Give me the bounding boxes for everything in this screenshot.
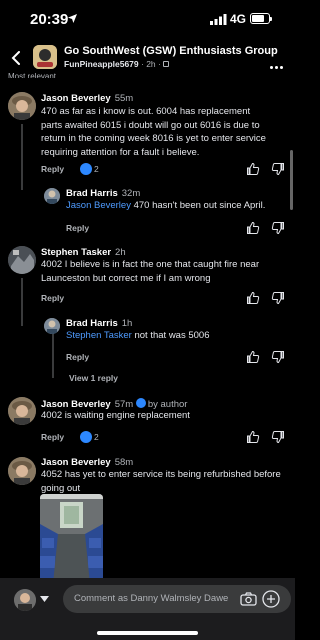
like-icon[interactable]	[246, 221, 260, 235]
avatar[interactable]	[8, 457, 36, 485]
comment-author[interactable]: Jason Beverley 58m	[41, 457, 133, 468]
comment-time: 58m	[114, 457, 134, 468]
post-meta: FunPineapple5679 · 2h ·	[64, 59, 170, 69]
more-icon[interactable]	[270, 56, 285, 74]
comment-composer: Comment as Danny Walmsley Dawe	[0, 578, 295, 640]
comment-time: 1h	[121, 318, 133, 329]
chevron-down-icon[interactable]	[40, 596, 49, 602]
comment-text: 4002 I believe is in fact the one that c…	[41, 259, 260, 284]
plus-icon[interactable]	[262, 590, 280, 608]
avatar[interactable]	[44, 188, 60, 204]
reply-button[interactable]: Reply	[66, 352, 89, 362]
comment-text: 4002 is waiting engine replacement	[41, 410, 190, 421]
view-replies-link[interactable]: View 1 reply	[69, 373, 118, 383]
scrollbar[interactable]	[290, 150, 293, 210]
comment-author[interactable]: Jason Beverley 55m	[41, 93, 133, 104]
network-label: 4G	[230, 12, 247, 26]
home-indicator	[97, 631, 198, 635]
group-avatar[interactable]	[33, 45, 57, 69]
dislike-icon[interactable]	[271, 221, 285, 235]
mention-link[interactable]: Stephen Tasker	[66, 330, 132, 341]
like-icon[interactable]	[246, 162, 260, 176]
camera-icon[interactable]	[240, 592, 257, 606]
dislike-icon[interactable]	[271, 350, 285, 364]
comment-author[interactable]: Brad Harris 1h	[66, 318, 132, 329]
comment-text: Stephen Tasker not that was 5006	[66, 330, 210, 341]
reply-button[interactable]: Reply	[66, 223, 89, 233]
avatar[interactable]	[8, 397, 36, 425]
like-icon[interactable]	[246, 350, 260, 364]
comment-author[interactable]: Stephen Tasker 2h	[41, 247, 126, 258]
author-badge-icon	[135, 398, 146, 408]
like-icon[interactable]	[246, 291, 260, 305]
avatar[interactable]	[8, 246, 36, 274]
comment-text: Jason Beverley 470 hasn't been out since…	[66, 200, 266, 211]
comment-photo[interactable]	[40, 494, 103, 584]
like-icon[interactable]	[246, 430, 260, 444]
thread-line	[52, 330, 54, 378]
comment-placeholder: Comment as Danny Walmsley Dawe	[74, 593, 229, 604]
comment-text: 4052 has yet to enter service its being …	[41, 469, 281, 494]
thread-line	[21, 124, 23, 190]
reply-button[interactable]: Reply	[41, 164, 64, 174]
back-chevron-icon[interactable]	[10, 51, 22, 65]
sort-label[interactable]: Most relevant	[8, 72, 56, 78]
comment-time: 2h	[115, 247, 126, 258]
group-privacy-icon	[163, 61, 170, 67]
thread-line	[21, 278, 23, 326]
group-title[interactable]: Go SouthWest (GSW) Enthusiasts Group	[64, 45, 278, 57]
reply-button[interactable]: Reply	[41, 293, 64, 303]
dislike-icon[interactable]	[271, 162, 285, 176]
self-avatar[interactable]	[14, 589, 36, 611]
status-bar: 20:39 4G	[0, 0, 295, 40]
avatar[interactable]	[44, 318, 60, 334]
location-arrow-icon	[68, 14, 77, 23]
like-reaction-icon	[80, 163, 92, 175]
comment-author[interactable]: Brad Harris 32m	[66, 188, 140, 199]
reaction-count[interactable]: 2	[94, 432, 99, 442]
comment-time: 32m	[121, 188, 141, 199]
status-time: 20:39	[30, 11, 69, 28]
battery-icon	[250, 13, 272, 24]
group-header: Go SouthWest (GSW) Enthusiasts Group Fun…	[0, 40, 295, 76]
post-age: 2h	[146, 59, 156, 69]
poster-name[interactable]: FunPineapple5679	[64, 59, 139, 69]
avatar[interactable]	[8, 92, 36, 120]
mention-link[interactable]: Jason Beverley	[66, 200, 131, 211]
comment-time: 55m	[114, 93, 134, 104]
like-reaction-icon	[80, 431, 92, 443]
reply-button[interactable]: Reply	[41, 432, 64, 442]
reaction-count[interactable]: 2	[94, 164, 99, 174]
signal-icon	[210, 14, 227, 25]
dislike-icon[interactable]	[271, 291, 285, 305]
comment-text: 470 as far as i know is out. 6004 has re…	[41, 106, 266, 158]
dislike-icon[interactable]	[271, 430, 285, 444]
